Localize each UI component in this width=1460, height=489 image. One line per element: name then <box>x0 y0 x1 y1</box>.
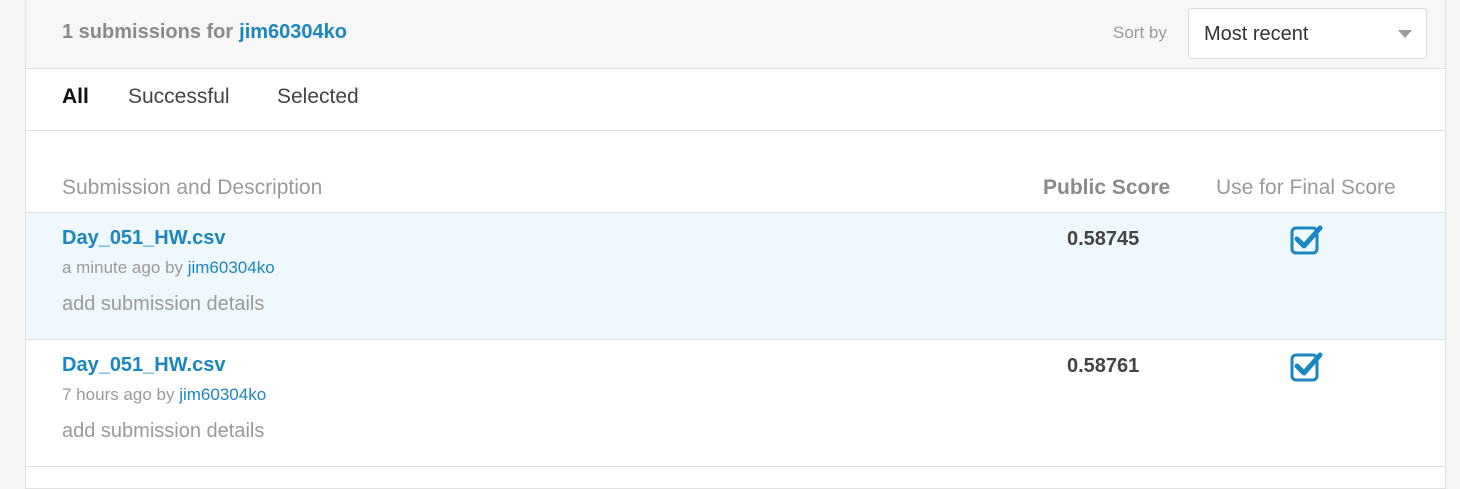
table-row: Day_051_HW.csv a minute ago by jim60304k… <box>26 212 1445 339</box>
column-header-description: Submission and Description <box>62 176 323 199</box>
submissions-card: 1 submissions for jim60304ko Sort by Most… <box>25 0 1446 489</box>
submission-user-link[interactable]: jim60304ko <box>188 258 275 277</box>
chevron-down-icon <box>1398 30 1412 38</box>
submission-meta: 7 hours ago by jim60304ko <box>62 385 266 405</box>
submissions-count-text: 1 submissions for <box>62 21 234 43</box>
username-link[interactable]: jim60304ko <box>239 21 347 43</box>
sort-dropdown[interactable]: Most recent <box>1188 8 1427 59</box>
column-header-public-score: Public Score <box>1043 176 1171 199</box>
table-row: Day_051_HW.csv 7 hours ago by jim60304ko… <box>26 339 1445 467</box>
submission-user-link[interactable]: jim60304ko <box>179 385 266 404</box>
tab-selected[interactable]: Selected <box>277 85 359 109</box>
add-submission-details-link[interactable]: add submission details <box>62 293 264 316</box>
submissions-header: 1 submissions for jim60304ko Sort by Most… <box>26 0 1445 69</box>
column-header-final-score: Use for Final Score <box>1216 176 1396 199</box>
submission-meta: a minute ago by jim60304ko <box>62 258 275 278</box>
checked-checkbox-icon[interactable] <box>1289 350 1323 384</box>
submission-time: 7 hours ago by <box>62 385 175 404</box>
public-score-value: 0.58745 <box>1067 228 1140 250</box>
public-score-value: 0.58761 <box>1067 355 1140 377</box>
submission-tabs: All Successful Selected <box>26 69 1445 131</box>
submissions-title: 1 submissions for jim60304ko <box>62 21 347 44</box>
checked-checkbox-icon[interactable] <box>1289 223 1323 257</box>
submission-file-link[interactable]: Day_051_HW.csv <box>62 227 225 250</box>
submission-time: a minute ago by <box>62 258 183 277</box>
sort-by-label: Sort by <box>1113 23 1167 42</box>
sort-dropdown-value: Most recent <box>1204 23 1309 45</box>
add-submission-details-link[interactable]: add submission details <box>62 420 264 443</box>
tab-successful[interactable]: Successful <box>128 85 230 109</box>
tab-all[interactable]: All <box>62 85 89 109</box>
submission-file-link[interactable]: Day_051_HW.csv <box>62 354 225 377</box>
